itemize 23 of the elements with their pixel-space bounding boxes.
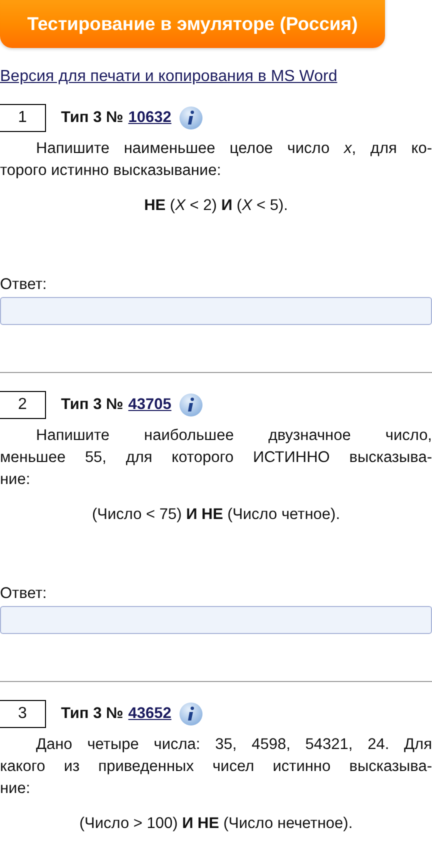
answer-label: Ответ: xyxy=(0,275,48,295)
task-number: 1 xyxy=(0,104,46,132)
print-version-link[interactable]: Версия для печати и копирования в MS Word xyxy=(0,68,338,86)
expression: НЕ (X < 2) И (X < 5). xyxy=(143,196,289,216)
task-text: Напишите наименьшее целое число x, для ко- торого истинно высказывание: xyxy=(0,139,432,181)
task-type-label: Тип 3 № xyxy=(61,109,124,127)
task-number: 2 xyxy=(0,391,46,419)
task-text: Напишите наибольшее двузначное число, меньшее 55, для которого ИСТИННО высказыва- ние: xyxy=(0,426,432,490)
task-id-link[interactable]: 43705 xyxy=(128,396,172,414)
info-icon[interactable] xyxy=(179,393,204,417)
info-icon[interactable] xyxy=(179,106,204,130)
answer-field[interactable] xyxy=(0,606,432,634)
expression: (Число < 75) И НЕ (Число четное). xyxy=(90,505,341,525)
answer-field[interactable] xyxy=(0,297,432,325)
task-type-label: Тип 3 № xyxy=(61,396,124,414)
expression: (Число > 100) И НЕ (Число нечетное). xyxy=(78,814,354,834)
info-icon[interactable] xyxy=(179,702,204,726)
task-text: Дано четыре числа: 35, 4598, 54321, 24. Для какого из приведенных чисел истинно высказыва- ние: xyxy=(0,735,432,799)
task-number: 3 xyxy=(0,700,46,728)
task-id-link[interactable]: 43652 xyxy=(128,705,172,723)
task-type-label: Тип 3 № xyxy=(61,705,124,723)
answer-label: Ответ: xyxy=(0,584,48,604)
task-id-link[interactable]: 10632 xyxy=(128,109,172,127)
